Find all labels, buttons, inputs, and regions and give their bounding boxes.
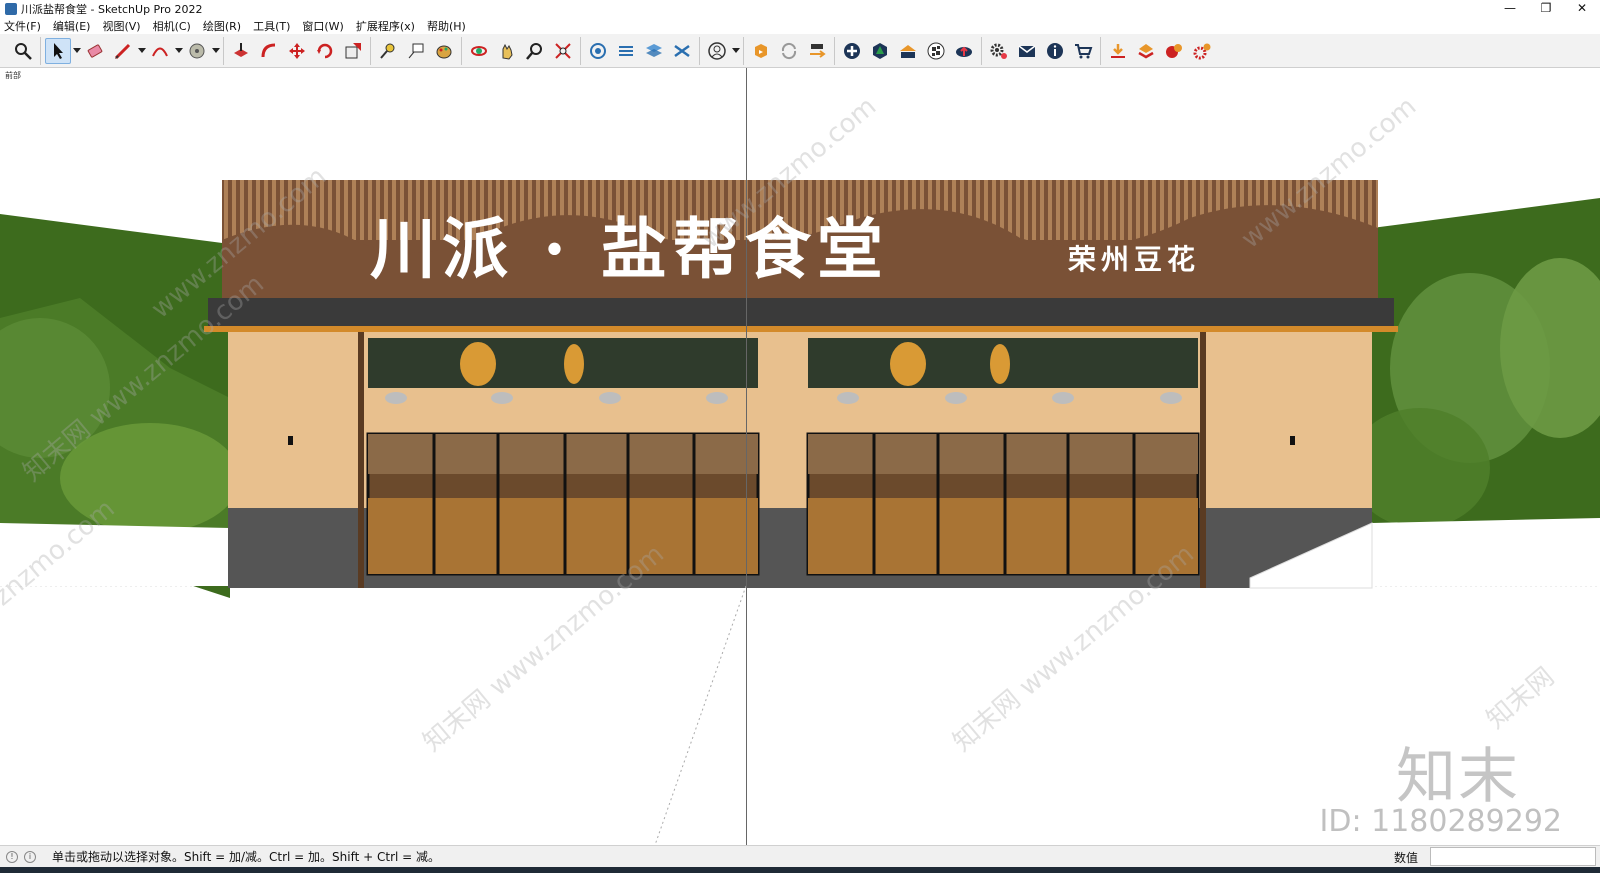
cart-icon[interactable] (1070, 38, 1096, 64)
minimize-button[interactable]: — (1492, 0, 1528, 18)
move-icon[interactable] (284, 38, 310, 64)
menu-draw[interactable]: 绘图(R) (203, 18, 241, 34)
extension-icon[interactable] (613, 38, 639, 64)
toolbar-group-construction (371, 36, 462, 65)
plugin-a-icon[interactable] (1161, 38, 1187, 64)
user-icon[interactable] (704, 38, 730, 64)
plugin-b-icon[interactable] (1189, 38, 1215, 64)
tree-icon[interactable] (867, 38, 893, 64)
zoom-icon[interactable] (522, 38, 548, 64)
status-bar: ! i 单击或拖动以选择对象。Shift = 加/减。Ctrl = 加。Shif… (0, 845, 1600, 867)
pencil-icon[interactable] (110, 38, 136, 64)
follow-me-icon[interactable] (256, 38, 282, 64)
toolbar-group-sync (744, 36, 835, 65)
paint-bucket-icon[interactable] (184, 38, 210, 64)
roof-icon[interactable] (895, 38, 921, 64)
layers-icon[interactable] (641, 38, 667, 64)
select-dropdown-icon[interactable] (72, 38, 81, 64)
geolocation-icon[interactable]: ! (6, 850, 18, 863)
toolbar-group-camera (462, 36, 581, 65)
plus-icon[interactable] (839, 38, 865, 64)
text-label-icon[interactable] (403, 38, 429, 64)
model-viewport[interactable]: 前部 川派 · 盐帮食堂 荣州豆花 www.znzmo.com www.znzm… (0, 68, 1600, 845)
sign-sub-text: 荣州豆花 (1068, 243, 1201, 276)
menu-extensions[interactable]: 扩展程序(x) (356, 18, 415, 34)
pencil-dropdown-icon[interactable] (137, 38, 146, 64)
paint-dropdown-icon[interactable] (211, 38, 220, 64)
menu-bar: 文件(F) 编辑(E) 视图(V) 相机(C) 绘图(R) 工具(T) 窗口(W… (0, 18, 1600, 34)
mail-icon[interactable] (1014, 38, 1040, 64)
settings-icon[interactable] (986, 38, 1012, 64)
arc-icon[interactable] (147, 38, 173, 64)
tape-measure-icon[interactable] (375, 38, 401, 64)
warehouse-icon[interactable] (585, 38, 611, 64)
toolbar-group-zoom (6, 36, 41, 65)
window-controls: — ❐ ✕ (1492, 0, 1600, 18)
status-hint: 单击或拖动以选择对象。Shift = 加/减。Ctrl = 加。Shift + … (52, 850, 441, 864)
eraser-icon[interactable] (82, 38, 108, 64)
roof-eave (208, 298, 1394, 328)
toolbar-group-edit (224, 36, 371, 65)
credits-icon[interactable]: i (24, 850, 36, 863)
transfer-icon[interactable] (804, 38, 830, 64)
storefront-model (0, 180, 1600, 845)
user-dropdown-icon[interactable] (731, 38, 740, 64)
sync-a-icon[interactable] (748, 38, 774, 64)
import-icon[interactable] (1105, 38, 1131, 64)
checker-icon[interactable] (923, 38, 949, 64)
measurements-label: 数值 (1394, 851, 1419, 865)
menu-help[interactable]: 帮助(H) (427, 18, 466, 34)
blue-axis-line (746, 68, 747, 845)
upper-window-left (368, 338, 758, 388)
select-icon[interactable] (45, 37, 71, 64)
menu-edit[interactable]: 编辑(E) (53, 18, 91, 34)
arc-dropdown-icon[interactable] (174, 38, 183, 64)
orbit-icon[interactable] (466, 38, 492, 64)
refresh-icon[interactable] (776, 38, 802, 64)
rotate-icon[interactable] (312, 38, 338, 64)
title-bar: 川派盐帮食堂 - SketchUp Pro 2022 — ❐ ✕ (0, 0, 1600, 18)
window-title: 川派盐帮食堂 - SketchUp Pro 2022 (21, 3, 203, 16)
sign-main-text: 川派 · 盐帮食堂 (370, 210, 889, 288)
scale-icon[interactable] (340, 38, 366, 64)
layer-up-icon[interactable] (1133, 38, 1159, 64)
maximize-button[interactable]: ❐ (1528, 0, 1564, 18)
info-icon[interactable] (1042, 38, 1068, 64)
toolbar-group-account (700, 36, 744, 65)
toolbar-group-plugins-b (982, 36, 1101, 65)
id-watermark: ID: 1180289292 (1319, 804, 1562, 839)
main-toolbar (0, 34, 1600, 68)
brand-watermark: 知末 (1396, 742, 1520, 812)
toolbar-group-warehouse (581, 36, 700, 65)
push-pull-icon[interactable] (228, 38, 254, 64)
pan-icon[interactable] (494, 38, 520, 64)
toolbar-group-draw (41, 36, 224, 65)
menu-file[interactable]: 文件(F) (4, 18, 41, 34)
menu-view[interactable]: 视图(V) (102, 18, 140, 34)
sketchup-app-icon (5, 3, 17, 15)
paint-icon[interactable] (431, 38, 457, 64)
taskbar-strip (0, 867, 1600, 873)
cloud-icon[interactable] (951, 38, 977, 64)
toolbar-group-plugins-a (835, 36, 982, 65)
styles-icon[interactable] (669, 38, 695, 64)
menu-camera[interactable]: 相机(C) (153, 18, 191, 34)
menu-window[interactable]: 窗口(W) (302, 18, 343, 34)
measurements-input[interactable] (1430, 847, 1596, 866)
close-button[interactable]: ✕ (1564, 0, 1600, 18)
menu-tools[interactable]: 工具(T) (253, 18, 290, 34)
zoom-extents-icon[interactable] (550, 38, 576, 64)
toolbar-group-plugins-c (1101, 37, 1219, 65)
zoom-window-icon[interactable] (10, 38, 36, 64)
